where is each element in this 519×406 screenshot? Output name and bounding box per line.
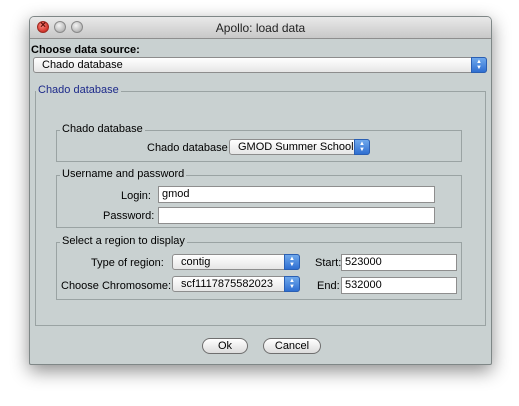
data-source-select[interactable]: Chado database ▲ ▼ <box>33 57 487 73</box>
database-group-title: Chado database <box>60 123 145 135</box>
select-arrows-icon: ▲ ▼ <box>284 254 300 270</box>
cancel-button[interactable]: Cancel <box>263 338 321 354</box>
load-data-dialog: × Apollo: load data Choose data source: … <box>29 16 492 365</box>
chromosome-value: scf1117875582023 <box>181 278 273 290</box>
chado-database-panel-title: Chado database <box>36 84 121 96</box>
start-label: Start: <box>315 257 342 269</box>
database-field-label: Chado database <box>147 142 228 154</box>
end-label: End: <box>317 280 340 292</box>
login-label: Login: <box>121 190 151 202</box>
ok-button[interactable]: Ok <box>202 338 248 354</box>
chromosome-label: Choose Chromosome: <box>61 280 172 292</box>
data-source-label: Choose data source: <box>31 44 140 56</box>
select-arrows-icon: ▲ ▼ <box>471 57 487 73</box>
login-input[interactable]: gmod <box>158 186 435 203</box>
select-arrows-icon: ▲ ▼ <box>284 276 300 292</box>
start-input[interactable]: 523000 <box>341 254 457 271</box>
credentials-group-title: Username and password <box>60 168 187 180</box>
password-label: Password: <box>103 210 155 222</box>
end-input[interactable]: 532000 <box>341 277 457 294</box>
region-type-label: Type of region: <box>91 257 164 269</box>
select-arrows-icon: ▲ ▼ <box>354 139 370 155</box>
region-type-value: contig <box>181 256 211 268</box>
data-source-value: Chado database <box>42 59 123 71</box>
database-select[interactable]: GMOD Summer School ▲ ▼ <box>229 139 370 155</box>
region-type-select[interactable]: contig ▲ ▼ <box>172 254 300 270</box>
window-title: Apollo: load data <box>215 21 306 35</box>
chromosome-select[interactable]: scf1117875582023 ▲ ▼ <box>172 276 300 292</box>
database-select-value: GMOD Summer School <box>238 141 354 153</box>
title-bar[interactable]: × Apollo: load data <box>30 17 491 39</box>
region-group-title: Select a region to display <box>60 235 187 247</box>
password-input[interactable] <box>158 207 435 224</box>
